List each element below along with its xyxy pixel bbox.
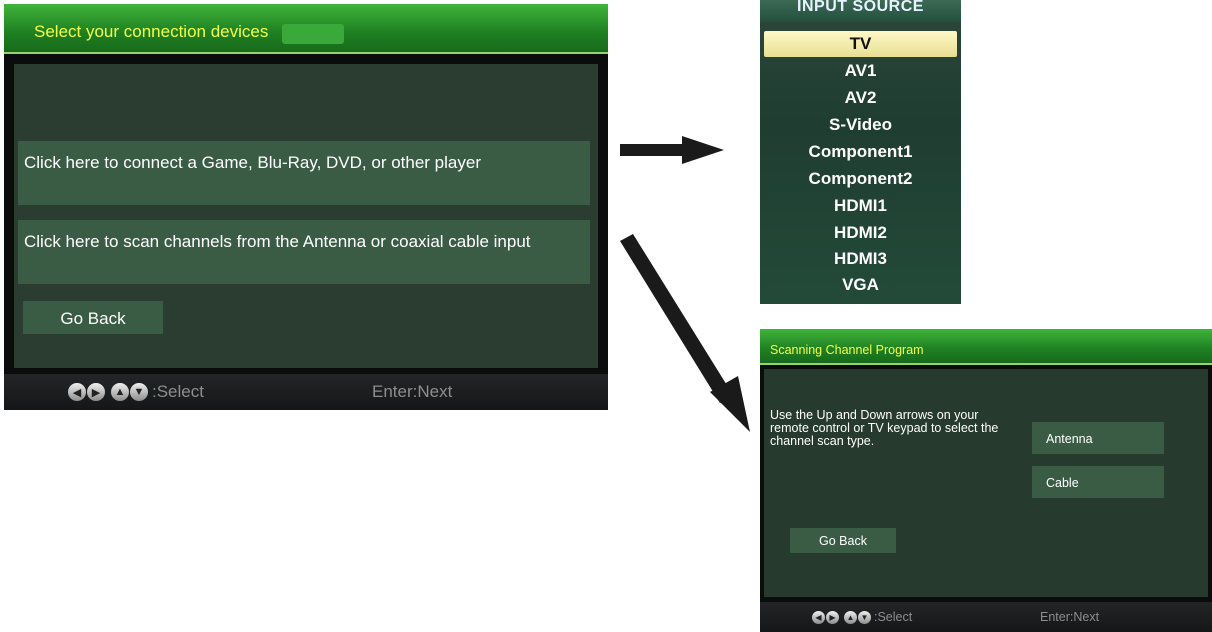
arrow-to-scan-screen	[620, 234, 750, 432]
flow-arrows	[620, 136, 750, 432]
arrow-to-input-source	[620, 136, 724, 164]
